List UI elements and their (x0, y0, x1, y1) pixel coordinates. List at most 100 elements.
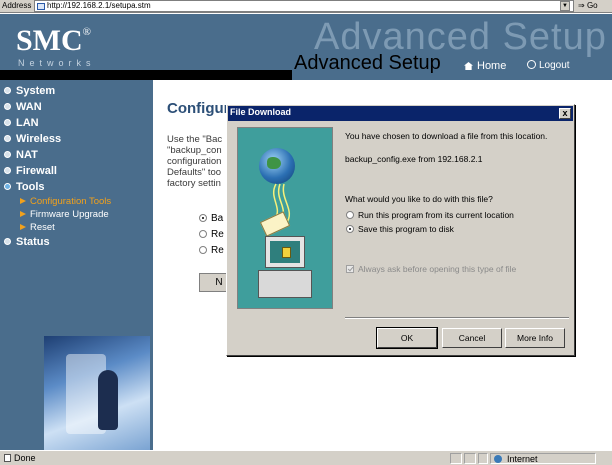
logo-text: SMC (16, 24, 83, 57)
sidebar-nav: System WAN LAN Wireless NAT Firewall Too… (0, 83, 153, 250)
dialog-question: What would you like to do with this file… (345, 194, 493, 204)
sidebar-item-firewall[interactable]: Firewall (0, 163, 153, 179)
page-icon (4, 454, 11, 462)
arrow-icon (20, 224, 26, 230)
security-zone: Internet (490, 453, 596, 464)
sidebar-item-label: NAT (16, 149, 38, 161)
sidebar-item-wan[interactable]: WAN (0, 99, 153, 115)
address-dropdown-button[interactable]: ▼ (560, 1, 570, 11)
radio-button[interactable] (199, 246, 207, 254)
sidebar-item-tools[interactable]: Tools (0, 179, 153, 195)
option-label: Re (211, 229, 224, 240)
logo-subtitle: Networks (18, 58, 96, 68)
address-url: http://192.168.2.1/setupa.stm (47, 1, 151, 10)
download-illustration (237, 127, 333, 309)
sidebar-item-label: Firewall (16, 165, 57, 177)
option-save-to-disk[interactable]: Save this program to disk (346, 224, 454, 234)
bullet-icon (4, 151, 11, 158)
sidebar-subitem-firmware-upgrade[interactable]: Firmware Upgrade (0, 208, 153, 221)
ok-button[interactable]: OK (376, 327, 438, 349)
bullet-icon (4, 103, 11, 110)
logout-icon (527, 60, 536, 69)
go-button[interactable]: ⇒ Go (578, 1, 598, 10)
address-input[interactable]: http://192.168.2.1/setupa.stm (34, 0, 574, 12)
option-label: Re (211, 245, 224, 256)
checkbox-label: Always ask before opening this type of f… (358, 264, 517, 274)
dialog-filename: backup_config.exe from 192.168.2.1 (345, 154, 483, 164)
home-label: Home (477, 60, 507, 72)
screen (270, 241, 300, 263)
smc-logo: SMC® (16, 24, 91, 58)
address-label: Address (2, 1, 32, 10)
sidebar-item-system[interactable]: System (0, 83, 153, 99)
status-cell (464, 453, 476, 464)
globe-icon (494, 455, 502, 463)
status-text: Done (4, 453, 36, 463)
page-heading: Advanced Setup (294, 52, 441, 74)
sidebar-item-label: LAN (16, 117, 39, 129)
option-reset[interactable]: Re (199, 245, 224, 256)
sidebar-subitem-reset[interactable]: Reset (0, 221, 153, 234)
sidebar-item-label: Tools (16, 181, 45, 193)
logout-label: Logout (539, 60, 570, 71)
sidebar-subitem-label: Reset (30, 222, 55, 233)
bullet-icon (4, 167, 11, 174)
sidebar-item-label: Wireless (16, 133, 62, 145)
home-link[interactable]: Home (464, 60, 506, 72)
sidebar-item-label: Status (16, 236, 50, 248)
bullet-icon (4, 119, 11, 126)
page-header: SMC® Networks Advanced Setup Advanced Se… (0, 14, 612, 80)
file-download-dialog: File Download x You have chosen to downl… (226, 104, 575, 356)
radio-button[interactable] (346, 211, 354, 219)
sidebar-subitem-label: Firmware Upgrade (30, 209, 109, 220)
computer-icon (265, 236, 305, 268)
option-restore[interactable]: Re (199, 229, 224, 240)
radio-button-checked[interactable] (346, 225, 354, 233)
page-title: Configur (167, 100, 230, 117)
sidebar-item-wireless[interactable]: Wireless (0, 131, 153, 147)
sidebar-subitem-configuration-tools[interactable]: Configuration Tools (0, 195, 153, 208)
bullet-icon (4, 87, 11, 94)
logout-link[interactable]: Logout (527, 60, 570, 71)
more-info-button[interactable]: More Info (505, 328, 565, 348)
zone-label: Internet (507, 454, 538, 464)
sidebar-item-status[interactable]: Status (0, 234, 153, 250)
status-bar: Done Internet (0, 450, 612, 465)
sidebar-decorative-image (44, 336, 150, 450)
cancel-button[interactable]: Cancel (442, 328, 502, 348)
option-backup[interactable]: Ba (199, 213, 223, 224)
go-label: Go (586, 1, 598, 10)
sidebar-item-label: WAN (16, 101, 42, 113)
sidebar-item-label: System (16, 85, 56, 97)
bullet-icon (4, 183, 11, 190)
option-label: Save this program to disk (358, 224, 454, 234)
page-icon (37, 3, 45, 10)
address-bar: Address http://192.168.2.1/setupa.stm ▼ … (0, 0, 612, 13)
sidebar-item-lan[interactable]: LAN (0, 115, 153, 131)
option-run-program[interactable]: Run this program from its current locati… (346, 210, 514, 220)
arrow-icon (20, 211, 26, 217)
checkbox-checked-disabled (346, 265, 354, 273)
arrow-icon (20, 198, 26, 204)
dialog-title: File Download (230, 107, 292, 117)
status-cell (478, 453, 488, 464)
close-button[interactable]: x (559, 108, 571, 119)
image-figure (98, 370, 118, 430)
bullet-icon (4, 135, 11, 142)
radio-button[interactable] (199, 230, 207, 238)
dialog-title-bar[interactable]: File Download x (228, 106, 573, 121)
status-label: Done (14, 453, 36, 463)
lock-icon (282, 247, 291, 258)
logo-registered-mark: ® (82, 26, 92, 38)
sidebar-item-nat[interactable]: NAT (0, 147, 153, 163)
bullet-icon (4, 238, 11, 245)
dialog-separator (345, 317, 569, 319)
sidebar-subitem-label: Configuration Tools (30, 196, 112, 207)
dialog-intro: You have chosen to download a file from … (345, 131, 548, 141)
always-ask-checkbox: Always ask before opening this type of f… (346, 264, 516, 274)
radio-button-checked[interactable] (199, 214, 207, 222)
sidebar: System WAN LAN Wireless NAT Firewall Too… (0, 80, 153, 450)
header-divider (0, 70, 292, 80)
status-cell (450, 453, 462, 464)
computer-base (258, 270, 312, 298)
